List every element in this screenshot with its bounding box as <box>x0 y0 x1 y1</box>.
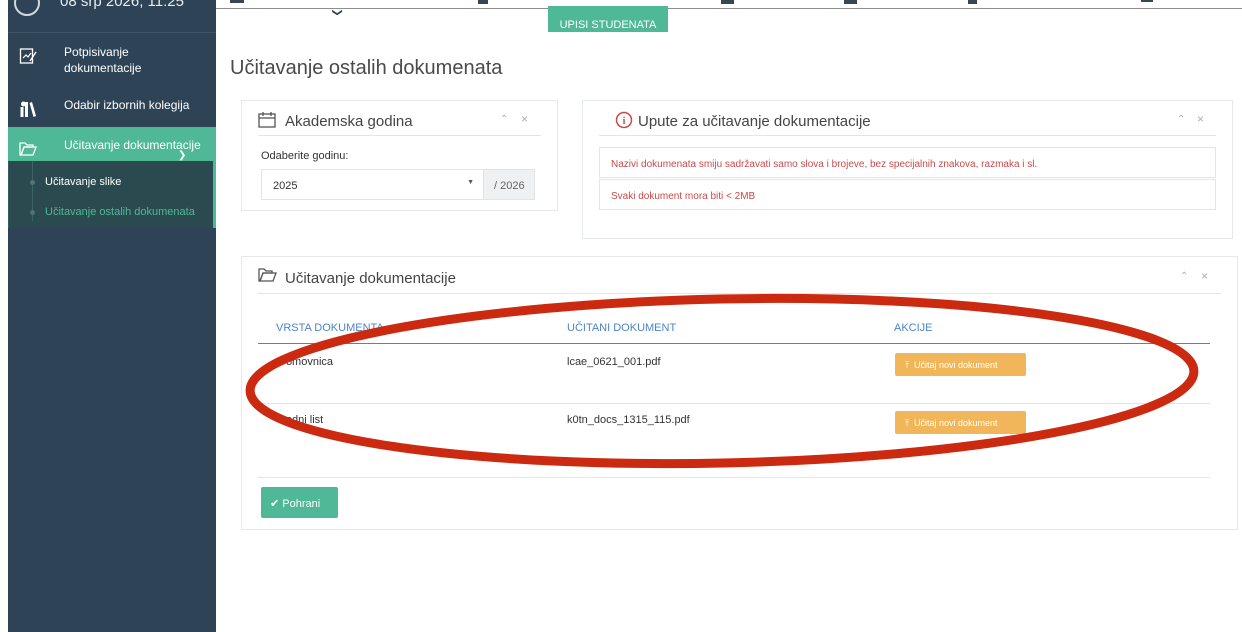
folder-open-icon <box>18 139 38 159</box>
submenu-item-ucitavanje-ostalih[interactable]: Učitavanje ostalih dokumenata <box>30 206 195 218</box>
menu-icon[interactable] <box>230 0 244 3</box>
panel-header: Učitavanje dokumentacije ⌃ × <box>258 257 1221 294</box>
folder-open-icon <box>258 267 277 288</box>
chevron-down-icon[interactable]: ❯ <box>332 8 343 16</box>
page-title: Učitavanje ostalih dokumenata <box>230 57 503 79</box>
toolbar-icon[interactable] <box>844 0 857 4</box>
column-header-actions: AKCIJE <box>894 322 933 334</box>
submenu-item-ucitavanje-slike[interactable]: Učitavanje slike <box>30 176 122 188</box>
column-header-type: VRSTA DOKUMENTA <box>276 322 384 334</box>
svg-text:i: i <box>623 116 626 127</box>
documents-panel: Učitavanje dokumentacije ⌃ × VRSTA DOKUM… <box>241 256 1238 530</box>
row-divider <box>258 403 1210 404</box>
bullet-icon <box>30 210 35 215</box>
close-icon[interactable]: × <box>1201 269 1208 283</box>
top-bar: ❯ UPISI STUDENATA <box>216 0 1242 32</box>
panel-header: i Upute za učitavanje dokumentacije ⌃ × <box>599 101 1216 136</box>
submenu-item-label: Učitavanje slike <box>45 176 122 188</box>
sidebar-item-potpisivanje[interactable]: Potpisivanje dokumentacije <box>8 33 216 87</box>
datetime-label: 08 srp 2026, 11:25 <box>60 0 184 10</box>
panel-title: Upute za učitavanje dokumentacije <box>638 113 871 130</box>
sidebar-item-ucitavanje-dokumentacije[interactable]: Učitavanje dokumentacije ❯ <box>8 127 216 161</box>
upload-new-document-button[interactable]: ⤒ Učitaj novi dokument <box>895 411 1026 434</box>
year-select-label: Odaberite godinu: <box>261 150 349 162</box>
collapse-icon[interactable]: ⌃ <box>500 114 508 125</box>
instruction-note: Svaki dokument mora biti < 2MB <box>599 179 1216 210</box>
calendar-icon <box>258 111 276 133</box>
save-button[interactable]: ✔ Pohrani <box>261 487 338 518</box>
year-select[interactable]: 2025 ▼ <box>261 169 484 200</box>
sidebar-item-label: Potpisivanje <box>64 45 129 59</box>
year-select-value: 2025 <box>273 180 298 192</box>
upload-icon: ⤒ <box>905 418 909 428</box>
row-divider <box>258 477 1210 478</box>
sidebar-submenu: Učitavanje slike Učitavanje ostalih doku… <box>8 161 216 228</box>
sidebar-item-izborni-kolegiji[interactable]: Odabir izbornih kolegija <box>8 87 216 127</box>
close-icon[interactable]: × <box>1197 112 1204 126</box>
toolbar-icon[interactable] <box>1141 0 1153 2</box>
books-icon <box>18 99 38 119</box>
active-indicator <box>213 161 216 228</box>
collapse-icon[interactable]: ⌃ <box>1180 271 1188 282</box>
sidebar-header: 08 srp 2026, 11:25 <box>8 0 216 33</box>
sidebar-item-label: Odabir izbornih kolegija <box>64 98 190 112</box>
module-badge[interactable]: UPISI STUDENATA <box>548 6 668 32</box>
end-year-addon: / 2026 <box>484 169 535 200</box>
close-icon[interactable]: × <box>521 112 528 126</box>
column-header-file: UČITANI DOKUMENT <box>567 322 677 334</box>
sidebar: 08 srp 2026, 11:25 Potpisivanje dokument… <box>8 0 216 632</box>
document-type: Rodni list <box>278 414 324 426</box>
table-header-divider <box>258 343 1210 344</box>
upload-new-document-button[interactable]: ⤒ Učitaj novi dokument <box>895 353 1026 376</box>
info-panel: i Upute za učitavanje dokumentacije ⌃ × … <box>582 100 1233 239</box>
toolbar-icon[interactable] <box>968 0 977 4</box>
upload-icon: ⤒ <box>905 360 909 370</box>
clock-icon <box>14 0 40 16</box>
upload-button-label: Učitaj novi dokument <box>913 360 998 370</box>
year-panel: Akademska godina ⌃ × Odaberite godinu: 2… <box>241 100 558 211</box>
chevron-down-icon: ❯ <box>178 150 187 161</box>
document-file: k0tn_docs_1315_115.pdf <box>567 414 690 426</box>
panel-title: Akademska godina <box>285 113 413 130</box>
document-file: lcae_0621_001.pdf <box>567 356 661 368</box>
check-icon: ✔ <box>270 498 280 510</box>
caret-down-icon: ▼ <box>467 179 474 186</box>
bullet-icon <box>30 180 35 185</box>
upload-button-label: Učitaj novi dokument <box>913 418 998 428</box>
collapse-icon[interactable]: ⌃ <box>1177 114 1185 125</box>
toolbar-icon[interactable] <box>478 0 488 4</box>
panel-title: Učitavanje dokumentacije <box>285 270 456 287</box>
document-type: Domovnica <box>278 356 334 368</box>
submenu-item-label: Učitavanje ostalih dokumenata <box>45 206 195 218</box>
toolbar-icon[interactable] <box>721 0 734 4</box>
panel-header: Akademska godina ⌃ × <box>258 101 541 136</box>
info-icon: i <box>615 111 633 134</box>
end-year-value: / 2026 <box>494 180 525 192</box>
instruction-note: Nazivi dokumenata smiju sadržavati samo … <box>599 147 1216 178</box>
save-button-label: Pohrani <box>282 498 321 510</box>
signature-icon <box>18 46 38 66</box>
sidebar-item-label: dokumentacije <box>64 61 142 75</box>
